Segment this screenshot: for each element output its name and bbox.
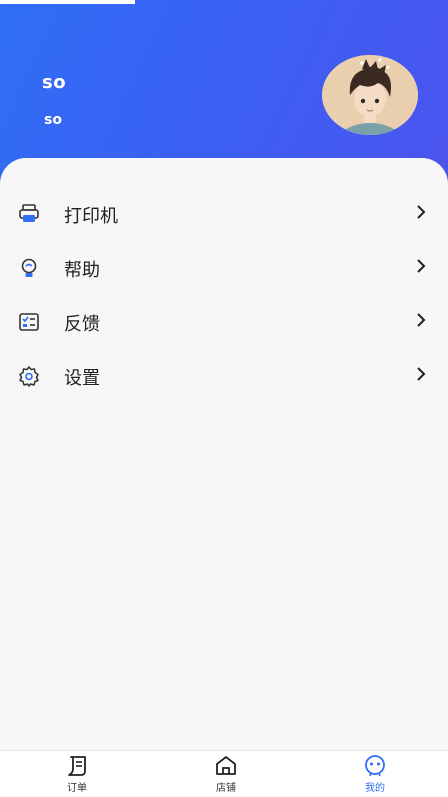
chevron-right-icon [414, 202, 428, 222]
tab-store[interactable]: 店铺 [196, 755, 256, 797]
username: so [42, 72, 67, 93]
feedback-icon [18, 311, 40, 333]
order-icon [68, 756, 86, 776]
avatar-illustration [322, 55, 418, 135]
chevron-right-icon [414, 310, 428, 330]
menu-item-label: 反馈 [64, 314, 100, 335]
help-bulb-icon [18, 257, 40, 279]
avatar[interactable] [322, 55, 418, 135]
status-strip [0, 0, 135, 4]
chevron-right-icon [414, 256, 428, 276]
menu-item-label: 帮助 [64, 260, 100, 281]
menu-item-feedback[interactable]: 反馈 [0, 296, 448, 350]
menu-item-label: 设置 [64, 368, 100, 389]
menu-item-help[interactable]: 帮助 [0, 242, 448, 296]
tab-orders[interactable]: 订单 [47, 755, 107, 797]
menu-item-settings[interactable]: 设置 [0, 350, 448, 404]
bottom-tab-bar: 订单 店铺 我的 [0, 750, 448, 797]
user-subtitle: so [44, 112, 62, 128]
tab-label: 订单 [67, 783, 87, 794]
printer-icon [18, 203, 40, 225]
menu-item-printer[interactable]: 打印机 [0, 188, 448, 242]
profile-icon [365, 755, 385, 777]
tab-profile[interactable]: 我的 [345, 755, 405, 797]
tab-label: 我的 [365, 783, 385, 794]
menu-panel: 打印机 帮助 反馈 设置 [0, 158, 448, 750]
menu-item-label: 打印机 [64, 206, 118, 227]
store-icon [216, 756, 236, 775]
menu-list: 打印机 帮助 反馈 设置 [0, 188, 448, 404]
chevron-right-icon [414, 364, 428, 384]
tab-label: 店铺 [216, 783, 236, 794]
settings-icon [18, 365, 40, 387]
